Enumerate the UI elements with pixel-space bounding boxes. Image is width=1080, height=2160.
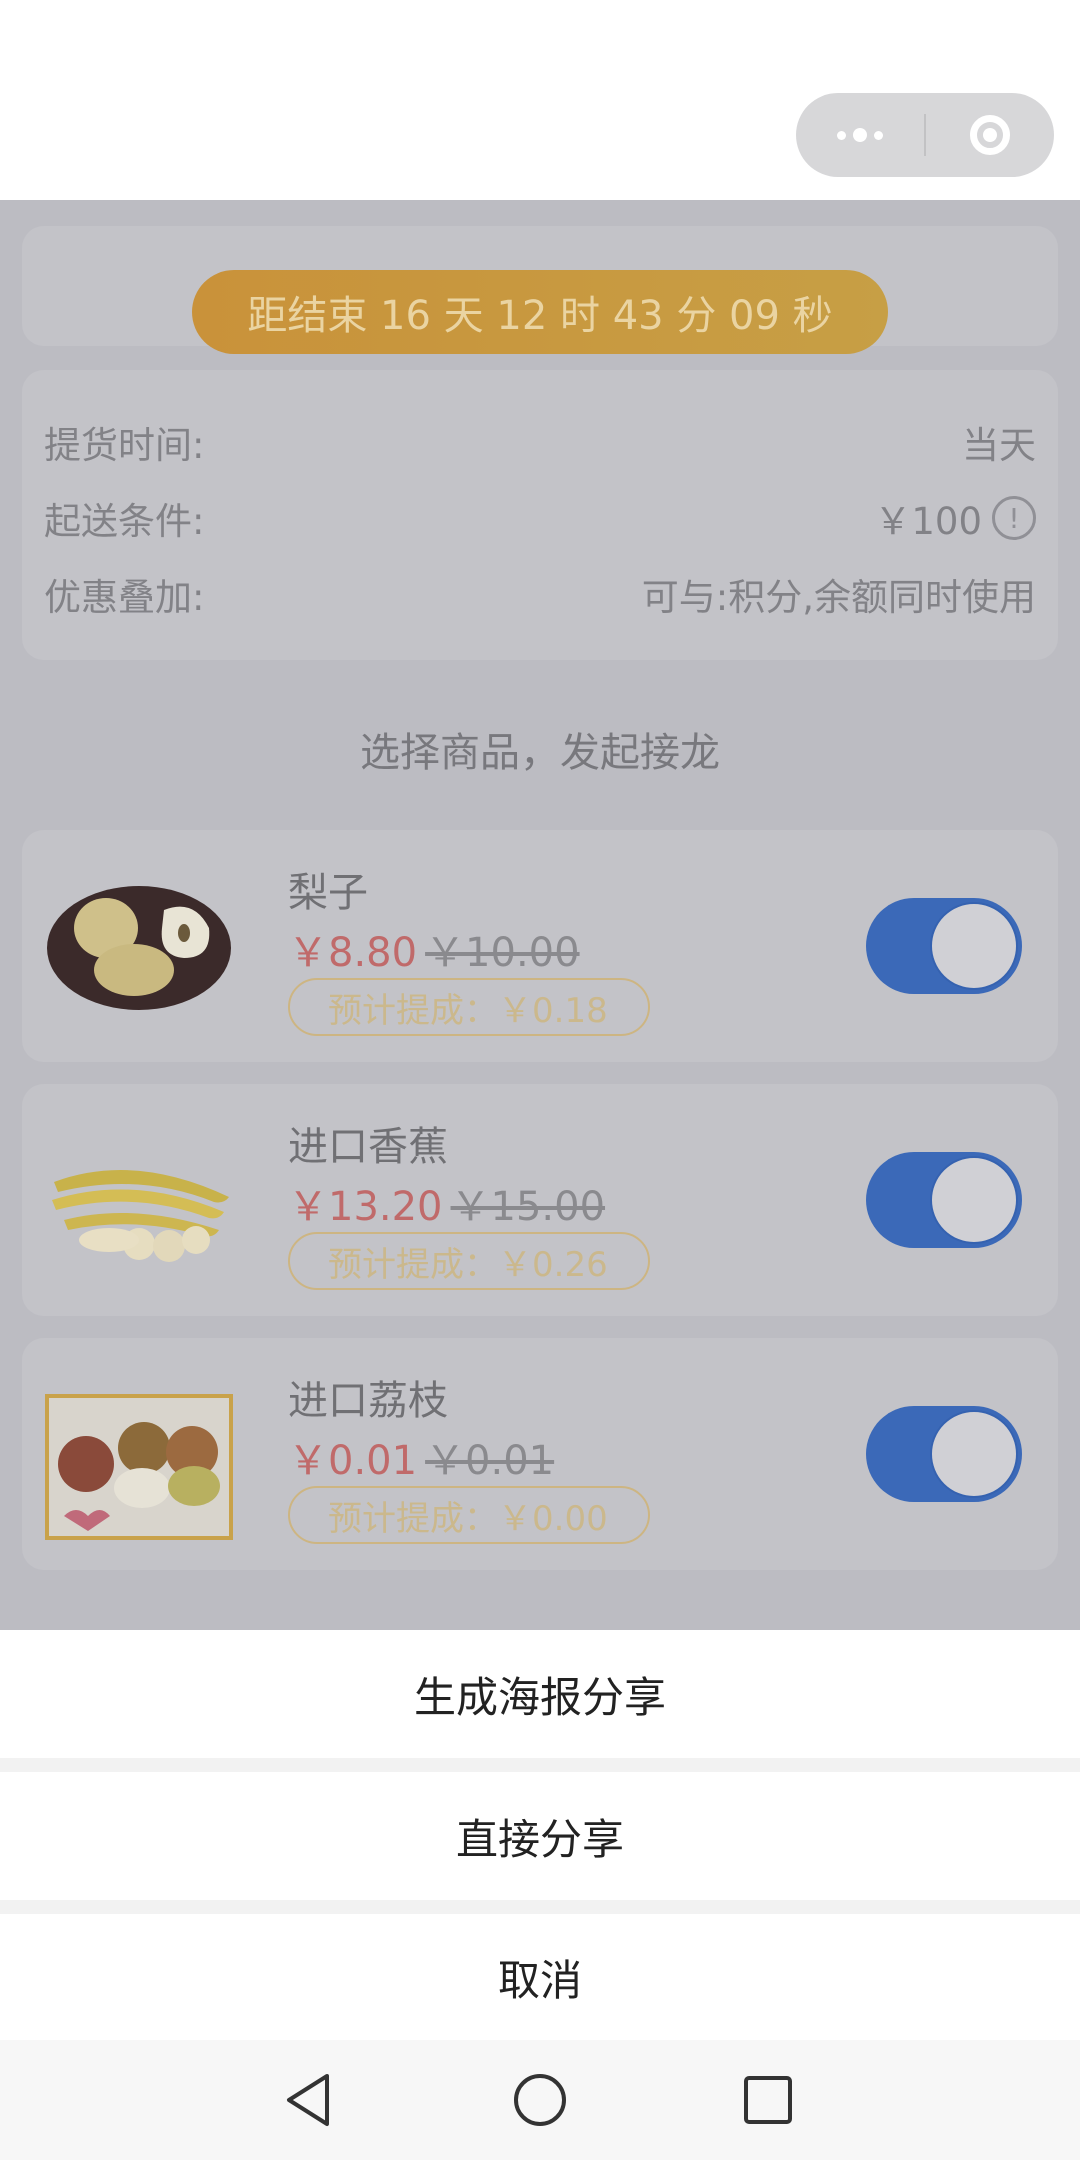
info-card: 提货时间: 当天 起送条件: ￥100 ! 优惠叠加: 可与:积分,余额同时使用: [22, 370, 1058, 660]
product-price: ￥0.01: [288, 1438, 418, 1484]
product-name: 进口香蕉: [288, 1124, 448, 1170]
info-label: 起送条件:: [44, 500, 205, 543]
sheet-divider: [0, 1900, 1080, 1914]
commission-badge: 预计提成：￥0.00: [288, 1486, 650, 1544]
cancel-button[interactable]: 取消: [0, 1914, 1080, 2040]
info-value: 当天: [962, 424, 1036, 467]
generate-poster-share-button[interactable]: 生成海报分享: [0, 1630, 1080, 1758]
info-label: 提货时间:: [44, 424, 205, 467]
product-original-price: ￥0.01: [425, 1438, 555, 1484]
product-card-lychee[interactable]: 进口荔枝 ￥0.01 ￥0.01 预计提成：￥0.00: [22, 1338, 1058, 1570]
pear-image: [47, 886, 231, 1010]
product-select-toggle[interactable]: [866, 1152, 1022, 1248]
back-triangle-icon[interactable]: [268, 2060, 348, 2140]
product-price: ￥8.80: [288, 930, 418, 976]
info-value: 可与:积分,余额同时使用: [641, 576, 1036, 619]
countdown-banner: 距结束 16 天 12 时 43 分 09 秒: [192, 270, 888, 354]
product-card-banana[interactable]: 进口香蕉 ￥13.20 ￥15.00 预计提成：￥0.26: [22, 1084, 1058, 1316]
more-dots-icon[interactable]: [796, 93, 924, 177]
recents-square-icon[interactable]: [728, 2060, 808, 2140]
page-content-dimmed: 距结束 16 天 12 时 43 分 09 秒 提货时间: 当天 起送条件: ￥…: [0, 200, 1080, 1630]
info-value: ￥100: [874, 500, 982, 543]
product-price-group: ￥8.80 ￥10.00: [288, 920, 580, 978]
exclamation-circle-icon[interactable]: !: [992, 496, 1036, 540]
section-title: 选择商品，发起接龙: [360, 730, 720, 776]
banana-image: [52, 1170, 229, 1262]
lychee-image: [45, 1394, 233, 1540]
info-row-discount: 优惠叠加: 可与:积分,余额同时使用: [44, 564, 1036, 624]
product-price-group: ￥13.20 ￥15.00: [288, 1174, 605, 1232]
info-row-min-order: 起送条件: ￥100 !: [44, 488, 1036, 548]
product-original-price: ￥10.00: [425, 930, 580, 976]
product-original-price: ￥15.00: [450, 1184, 606, 1230]
product-name: 梨子: [288, 870, 368, 916]
app-header: [0, 0, 1080, 200]
mini-program-capsule: [796, 93, 1054, 177]
product-name: 进口荔枝: [288, 1378, 448, 1424]
home-circle-icon[interactable]: [500, 2060, 580, 2140]
product-select-toggle[interactable]: [866, 1406, 1022, 1502]
countdown-card: 距结束 16 天 12 时 43 分 09 秒: [22, 226, 1058, 354]
target-circle-icon[interactable]: [926, 93, 1054, 177]
product-select-toggle[interactable]: [866, 898, 1022, 994]
product-price: ￥13.20: [288, 1184, 443, 1230]
commission-badge: 预计提成：￥0.18: [288, 978, 650, 1036]
sheet-divider: [0, 1758, 1080, 1772]
direct-share-button[interactable]: 直接分享: [0, 1772, 1080, 1900]
info-row-pickup: 提货时间: 当天: [44, 412, 1036, 472]
info-label: 优惠叠加:: [44, 576, 205, 619]
commission-badge: 预计提成：￥0.26: [288, 1232, 650, 1290]
product-card-pear[interactable]: 梨子 ￥8.80 ￥10.00 预计提成：￥0.18: [22, 830, 1058, 1062]
product-price-group: ￥0.01 ￥0.01: [288, 1428, 554, 1486]
system-navigation-bar: [0, 2040, 1080, 2160]
